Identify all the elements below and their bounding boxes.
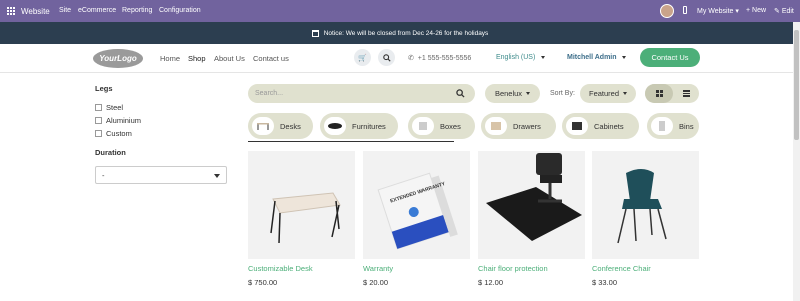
filter-option-steel[interactable]: Steel [95,103,123,112]
product-price: $ 33.00 [592,278,618,287]
furniture-thumbnail [324,117,346,135]
product-price: $ 20.00 [363,278,389,287]
product-name[interactable]: Chair floor protection [478,264,548,273]
search-icon [382,53,391,62]
calendar-icon [311,29,319,37]
view-switcher [645,84,699,103]
category-furnitures[interactable]: Furnitures [320,113,398,139]
menu-site[interactable]: Site [59,7,71,14]
grid-view-button[interactable] [645,84,673,103]
category-drawers[interactable]: Drawers [481,113,556,139]
chevron-down-icon [623,92,628,95]
page-scrollbar[interactable] [793,22,800,301]
grid-icon [655,90,663,97]
category-desks[interactable]: Desks [248,113,313,139]
product-image-customizable-desk[interactable] [248,151,355,259]
mobile-preview-icon[interactable] [683,6,687,14]
phone-icon: ✆ [408,55,414,62]
scrollbar-thumb[interactable] [794,30,799,140]
menu-ecommerce[interactable]: eCommerce [78,7,116,14]
product-name[interactable]: Conference Chair [592,264,651,273]
app-name[interactable]: Website [21,7,50,16]
nav-contact-us[interactable]: Contact us [253,54,289,63]
product-price: $ 750.00 [248,278,278,287]
list-icon [682,89,690,98]
header-divider [0,72,793,73]
chevron-down-icon [214,174,220,178]
cart-button[interactable]: 🛒 [354,49,371,66]
product-image-warranty[interactable]: EXTENDED WARRANTY [363,151,470,259]
product-name[interactable]: Customizable Desk [248,264,313,273]
pricelist-dropdown[interactable]: Benelux [485,84,540,103]
chevron-down-icon [541,56,546,59]
notice-bar: Notice: We will be closed from Dec 24-26… [0,22,800,44]
product-image-chair-floor-protection[interactable] [478,151,585,259]
category-boxes[interactable]: Boxes [408,113,475,139]
category-bins[interactable]: Bins [647,113,699,139]
phone-number[interactable]: ✆ +1 555-555-5556 [408,54,471,62]
apps-grid-icon[interactable] [7,7,15,15]
list-view-button[interactable] [673,84,699,103]
website-switcher[interactable]: My Website ▾ [697,7,739,15]
contact-us-button[interactable]: Contact Us [640,48,700,67]
cabinet-thumbnail [566,117,588,135]
checkbox[interactable] [95,130,102,137]
site-logo[interactable]: YourLogo [93,49,143,68]
filter-option-aluminium[interactable]: Aluminium [95,116,141,125]
chevron-down-icon [526,92,531,95]
language-selector[interactable]: English (US) [496,54,546,61]
nav-about-us[interactable]: About Us [214,54,245,63]
new-button[interactable]: + New [746,7,766,14]
checkbox[interactable] [95,104,102,111]
category-cabinets[interactable]: Cabinets [562,113,639,139]
duration-filter-title: Duration [95,148,126,157]
search-icon[interactable] [456,89,465,98]
box-thumbnail [412,117,434,135]
product-name[interactable]: Warranty [363,264,393,273]
sort-dropdown[interactable]: Featured [580,84,636,103]
menu-configuration[interactable]: Configuration [159,7,201,14]
drawer-thumbnail [485,117,507,135]
desk-thumbnail [252,117,274,135]
user-avatar[interactable] [660,4,674,18]
product-price: $ 12.00 [478,278,504,287]
checkbox[interactable] [95,117,102,124]
legs-filter-title: Legs [95,84,113,93]
sort-by-label: Sort By: [550,90,575,97]
menu-reporting[interactable]: Reporting [122,7,152,14]
filter-option-custom[interactable]: Custom [95,129,132,138]
product-image-conference-chair[interactable] [592,151,699,259]
duration-select[interactable]: - [95,166,227,184]
edit-button[interactable]: ✎ Edit [774,7,794,15]
user-menu[interactable]: Mitchell Admin [567,54,627,61]
product-search-input[interactable]: Search... [248,84,475,103]
cart-icon: 🛒 [358,54,367,62]
nav-home[interactable]: Home [160,54,180,63]
notice-text: Notice: We will be closed from Dec 24-26… [323,29,489,37]
bin-thumbnail [651,117,673,135]
nav-shop[interactable]: Shop [188,54,206,63]
search-toggle-button[interactable] [378,49,395,66]
category-scroll-indicator [248,141,454,142]
admin-topbar: Website Site eCommerce Reporting Configu… [0,0,800,22]
chevron-down-icon [622,56,627,59]
